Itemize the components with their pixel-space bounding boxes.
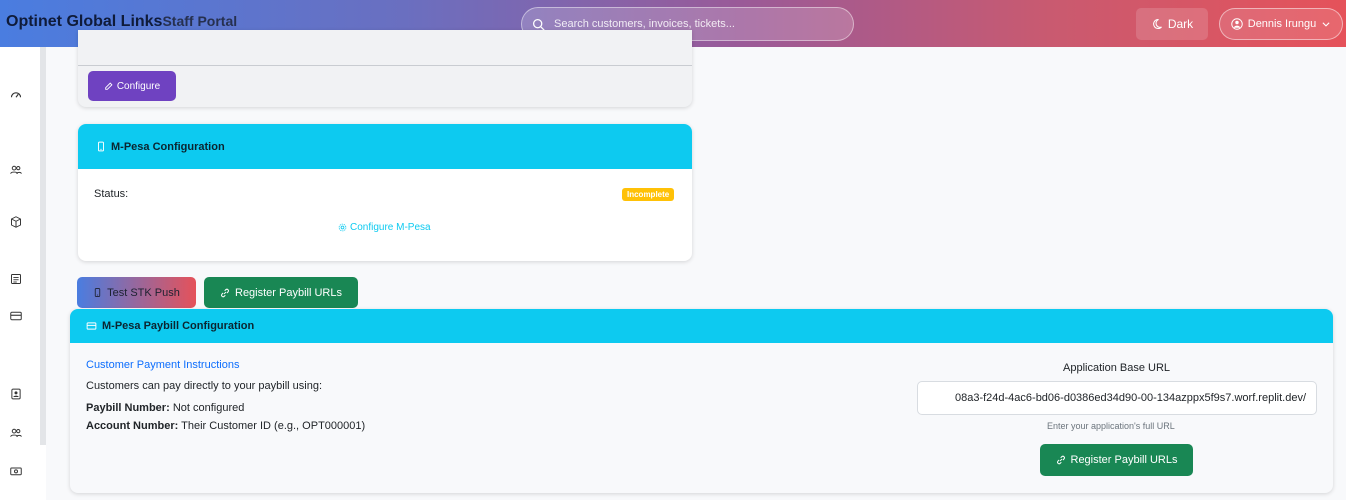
test-stk-push-label: Test STK Push xyxy=(107,286,180,299)
gear-icon xyxy=(338,223,347,232)
paybill-number-row: Paybill Number: Not configured xyxy=(86,402,244,414)
search-input[interactable] xyxy=(554,18,824,30)
dark-mode-button[interactable]: Dark xyxy=(1136,8,1208,40)
payment-instructions-text: Customers can pay directly to your paybi… xyxy=(86,380,322,392)
dark-mode-label: Dark xyxy=(1167,17,1194,31)
account-number-label: Account Number: xyxy=(86,420,179,432)
status-label: Status: xyxy=(94,188,129,200)
search-icon xyxy=(532,18,545,31)
previous-config-card: Configure xyxy=(78,30,692,107)
account-number-value: Their Customer ID (e.g., OPT000001) xyxy=(181,420,366,432)
paybill-number-value: Not configured xyxy=(172,402,245,414)
base-url-label: Application Base URL xyxy=(1063,362,1171,374)
mpesa-config-card: M-Pesa Configuration Status: Incomplete … xyxy=(78,124,692,261)
moon-icon xyxy=(1153,18,1162,29)
money-icon[interactable] xyxy=(9,464,23,478)
account-number-row: Account Number: Their Customer ID (e.g.,… xyxy=(86,420,365,432)
team-icon[interactable] xyxy=(9,426,23,440)
users-icon[interactable] xyxy=(9,163,23,177)
dashboard-icon[interactable] xyxy=(9,88,23,102)
phone-icon xyxy=(98,141,104,152)
configure-mpesa-label: Configure M-Pesa xyxy=(350,222,431,233)
paybill-config-card: M-Pesa Paybill Configuration Customer Pa… xyxy=(70,309,1333,493)
invoice-icon[interactable] xyxy=(9,272,23,286)
contact-icon[interactable] xyxy=(9,387,23,401)
register-paybill-urls-label: Register Paybill URLs xyxy=(235,286,342,299)
sidebar-scrollbar[interactable] xyxy=(40,47,46,445)
brand-name: Optinet Global Links xyxy=(6,13,163,30)
box-icon[interactable] xyxy=(9,215,23,229)
register-paybill-urls-button[interactable]: Register Paybill URLs xyxy=(204,277,358,308)
user-name: Dennis Irungu xyxy=(1247,18,1317,30)
configure-mpesa-link[interactable]: Configure M-Pesa xyxy=(338,222,431,233)
base-url-input[interactable]: 08a3-f24d-4ac6-bd06-d0386ed34d90-00-134a… xyxy=(917,381,1317,415)
brand[interactable]: Optinet Global Links Staff Portal xyxy=(6,13,237,31)
configure-button[interactable]: Configure xyxy=(88,71,176,101)
card-icon[interactable] xyxy=(9,309,23,323)
paybill-config-title: M-Pesa Paybill Configuration xyxy=(102,320,255,332)
user-circle-icon xyxy=(1231,18,1243,30)
chevron-down-icon xyxy=(1322,22,1330,27)
base-url-value: 08a3-f24d-4ac6-bd06-d0386ed34d90-00-134a… xyxy=(954,392,1306,404)
credit-card-icon xyxy=(86,322,97,330)
base-url-help: Enter your application's full URL xyxy=(1047,421,1175,431)
paybill-config-header: M-Pesa Paybill Configuration xyxy=(70,309,1333,343)
pencil-icon xyxy=(105,81,113,90)
link-icon xyxy=(1056,455,1065,465)
test-stk-push-button[interactable]: Test STK Push xyxy=(77,277,196,308)
configure-label: Configure xyxy=(116,80,161,92)
mpesa-config-title: M-Pesa Configuration xyxy=(111,140,225,153)
phone-icon xyxy=(94,288,101,297)
card-divider xyxy=(78,65,692,66)
register-paybill-urls-submit-button[interactable]: Register Paybill URLs xyxy=(1040,444,1193,476)
user-menu-button[interactable]: Dennis Irungu xyxy=(1219,8,1343,40)
register-paybill-urls-submit-label: Register Paybill URLs xyxy=(1070,454,1178,466)
link-icon xyxy=(221,288,229,297)
brand-subtitle: Staff Portal xyxy=(162,13,238,29)
payment-instructions-title: Customer Payment Instructions xyxy=(86,359,240,371)
mpesa-config-header: M-Pesa Configuration xyxy=(78,124,692,169)
status-badge: Incomplete xyxy=(622,188,675,201)
paybill-number-label: Paybill Number: xyxy=(86,402,170,414)
